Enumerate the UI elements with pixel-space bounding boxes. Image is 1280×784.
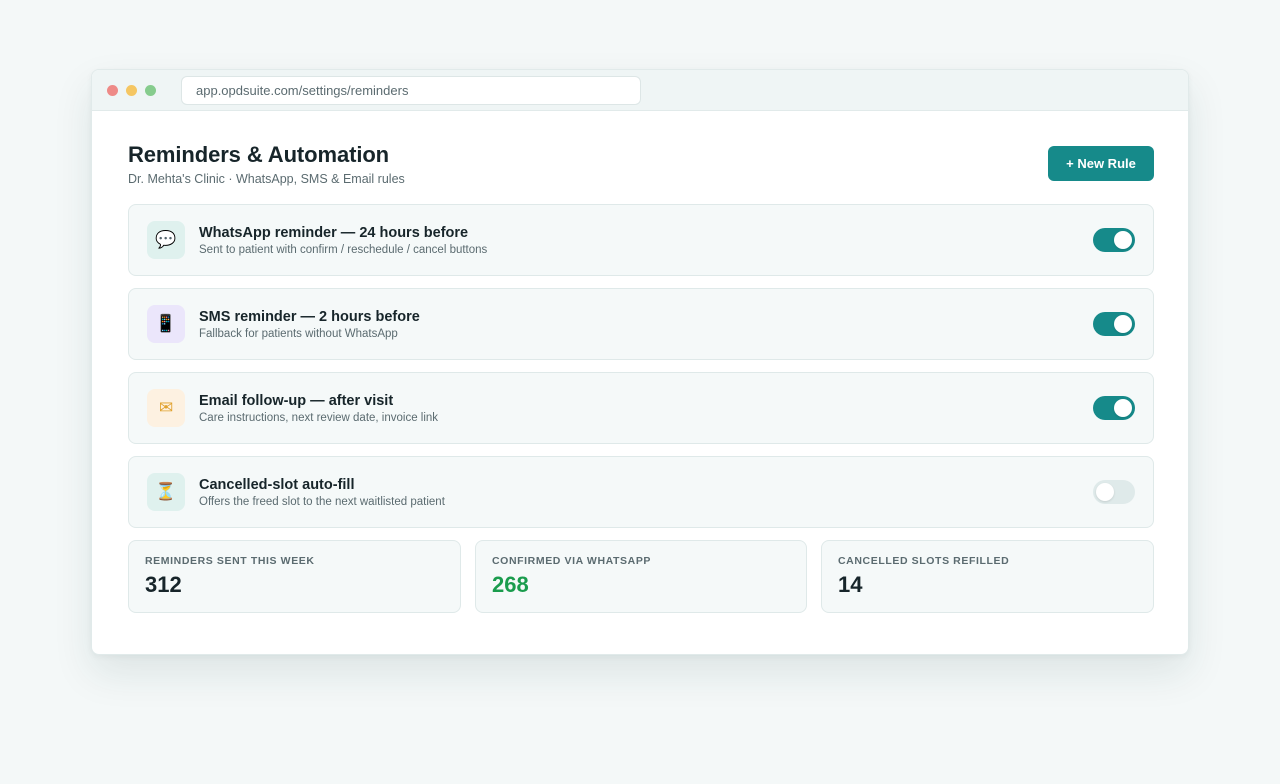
rule-card-email[interactable]: ✉ Email follow-up — after visit Care ins… <box>128 372 1154 444</box>
stat-card-reminders-sent: Reminders sent this week 312 <box>128 540 461 613</box>
toggle-knob <box>1114 399 1132 417</box>
page-subtitle: Dr. Mehta's Clinic · WhatsApp, SMS & Ema… <box>128 172 405 186</box>
page-header: Reminders & Automation Dr. Mehta's Clini… <box>128 142 1154 204</box>
rule-description: Offers the freed slot to the next waitli… <box>199 496 445 508</box>
mobile-phone-icon: 📱 <box>147 305 185 343</box>
maximize-window-dot[interactable] <box>145 85 156 96</box>
stat-label: Cancelled slots refilled <box>838 555 1010 567</box>
rule-title: SMS reminder — 2 hours before <box>199 309 420 325</box>
stats-row: Reminders sent this week 312 Confirmed v… <box>128 540 1154 614</box>
stat-label: Confirmed via WhatsApp <box>492 555 652 567</box>
stat-value: 312 <box>145 572 182 597</box>
toggle-knob <box>1096 483 1114 501</box>
rule-title: Email follow-up — after visit <box>199 393 394 409</box>
rule-text: Email follow-up — after visit Care instr… <box>199 392 438 424</box>
rules-list: 💬 WhatsApp reminder — 24 hours before Se… <box>128 204 1154 528</box>
rule-toggle-whatsapp[interactable] <box>1093 228 1135 252</box>
rule-text: WhatsApp reminder — 24 hours before Sent… <box>199 224 487 256</box>
rule-description: Sent to patient with confirm / reschedul… <box>199 244 488 256</box>
page-title: Reminders & Automation <box>128 142 390 167</box>
stat-card-slots-refilled: Cancelled slots refilled 14 <box>821 540 1154 613</box>
stat-label: Reminders sent this week <box>145 555 315 567</box>
rule-description: Care instructions, next review date, inv… <box>199 412 439 424</box>
rule-text: SMS reminder — 2 hours before Fallback f… <box>199 308 420 340</box>
browser-titlebar: app.opdsuite.com/settings/reminders <box>92 70 1188 111</box>
rule-description: Fallback for patients without WhatsApp <box>199 328 398 340</box>
stat-card-confirmed: Confirmed via WhatsApp 268 <box>475 540 807 613</box>
rule-card-whatsapp[interactable]: 💬 WhatsApp reminder — 24 hours before Se… <box>128 204 1154 276</box>
stat-value: 268 <box>492 572 529 597</box>
address-bar[interactable]: app.opdsuite.com/settings/reminders <box>181 76 641 105</box>
minimize-window-dot[interactable] <box>126 85 137 96</box>
rule-toggle-email[interactable] <box>1093 396 1135 420</box>
chat-bubble-icon: 💬 <box>147 221 185 259</box>
stat-value: 14 <box>838 572 863 597</box>
toggle-knob <box>1114 315 1132 333</box>
envelope-icon: ✉ <box>147 389 185 427</box>
rule-title: Cancelled-slot auto-fill <box>199 477 355 493</box>
main-content: Reminders & Automation Dr. Mehta's Clini… <box>128 142 1154 614</box>
rule-toggle-autofill[interactable] <box>1093 480 1135 504</box>
toggle-knob <box>1114 231 1132 249</box>
rule-toggle-sms[interactable] <box>1093 312 1135 336</box>
rule-card-sms[interactable]: 📱 SMS reminder — 2 hours before Fallback… <box>128 288 1154 360</box>
rule-card-autofill[interactable]: ⏳ Cancelled-slot auto-fill Offers the fr… <box>128 456 1154 528</box>
new-rule-button[interactable]: + New Rule <box>1048 146 1154 181</box>
rule-title: WhatsApp reminder — 24 hours before <box>199 225 469 241</box>
close-window-dot[interactable] <box>107 85 118 96</box>
hourglass-icon: ⏳ <box>147 473 185 511</box>
browser-window: app.opdsuite.com/settings/reminders Remi… <box>91 69 1189 655</box>
rule-text: Cancelled-slot auto-fill Offers the free… <box>199 476 445 508</box>
